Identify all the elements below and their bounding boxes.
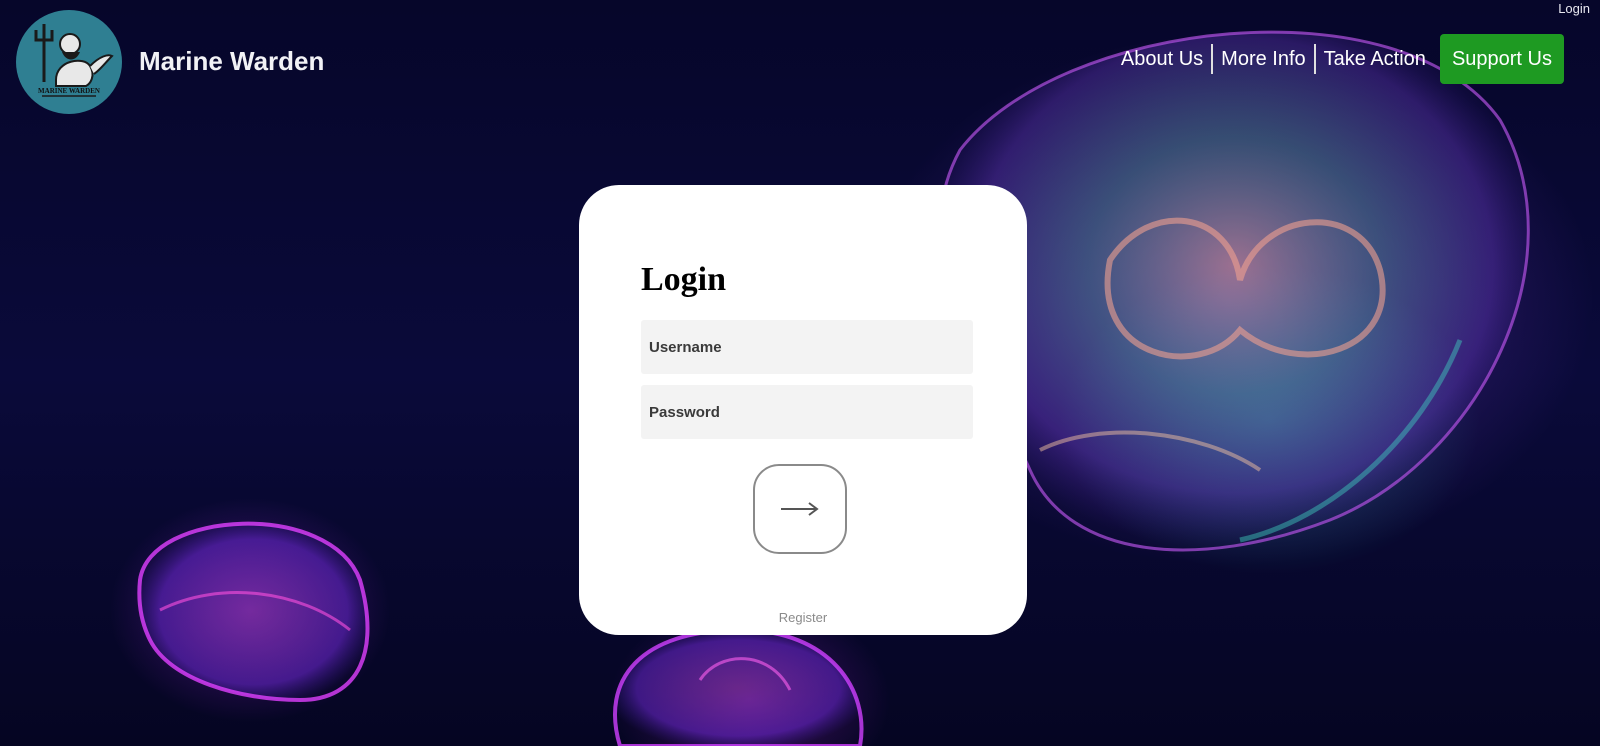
neptune-logo-icon: MARINE WARDEN — [34, 24, 114, 97]
nav-about-us[interactable]: About Us — [1113, 48, 1211, 71]
top-login-link[interactable]: Login — [1558, 1, 1590, 16]
login-card: Login Register — [579, 185, 1027, 635]
nav-take-action[interactable]: Take Action — [1316, 48, 1434, 71]
username-input[interactable] — [641, 320, 973, 374]
main-nav: About Us More Info Take Action Support U… — [1113, 34, 1564, 84]
password-input[interactable] — [641, 385, 973, 439]
nav-more-info[interactable]: More Info — [1213, 48, 1313, 71]
marine-warden-logo[interactable]: MARINE WARDEN — [16, 10, 122, 114]
login-submit-button[interactable] — [753, 464, 847, 554]
brand-name: Marine Warden — [139, 46, 325, 76]
register-link[interactable]: Register — [579, 610, 1027, 625]
support-us-button[interactable]: Support Us — [1439, 34, 1564, 84]
login-title: Login — [641, 261, 727, 298]
logo-text: MARINE WARDEN — [38, 87, 100, 95]
login-page: Login MARINE WARDEN Marine Warden About … — [0, 0, 1600, 746]
arrow-right-icon — [781, 502, 819, 516]
